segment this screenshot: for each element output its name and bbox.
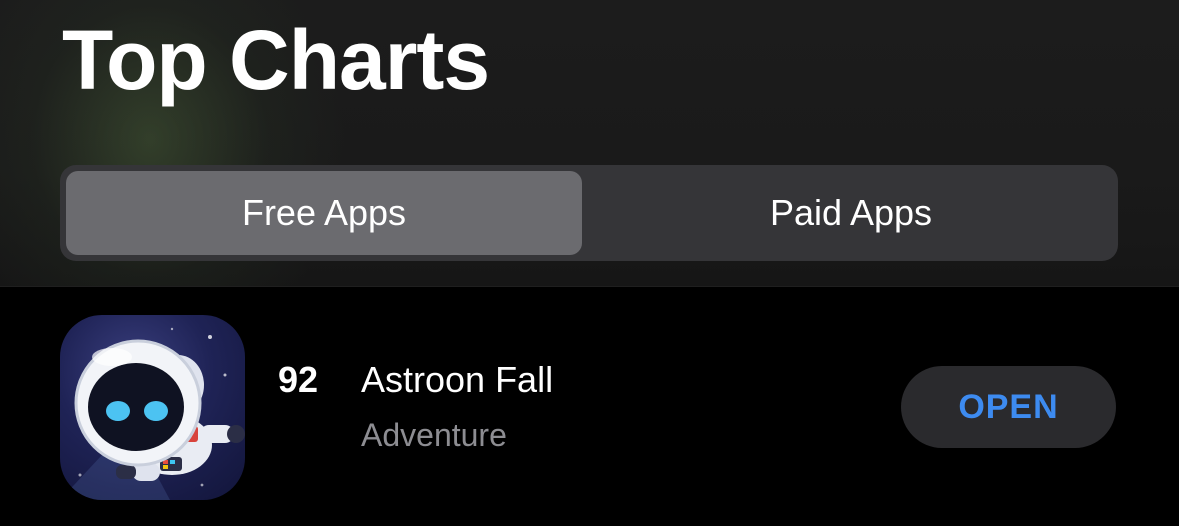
astronaut-app-icon[interactable]	[60, 315, 245, 500]
page-title: Top Charts	[62, 13, 490, 107]
chart-type-segmented-control: Free Apps Paid Apps	[60, 165, 1118, 261]
free-apps-segment[interactable]: Free Apps	[66, 171, 582, 255]
app-category: Adventure	[361, 417, 507, 453]
open-button[interactable]: OPEN	[901, 366, 1116, 448]
top-charts-header: Top Charts Free Apps Paid Apps	[0, 0, 1179, 286]
app-name[interactable]: Astroon Fall	[361, 359, 553, 401]
chart-list-item[interactable]: 92 Astroon Fall Adventure OPEN	[0, 287, 1179, 526]
chart-rank: 92	[278, 359, 319, 400]
paid-apps-segment[interactable]: Paid Apps	[590, 171, 1112, 255]
